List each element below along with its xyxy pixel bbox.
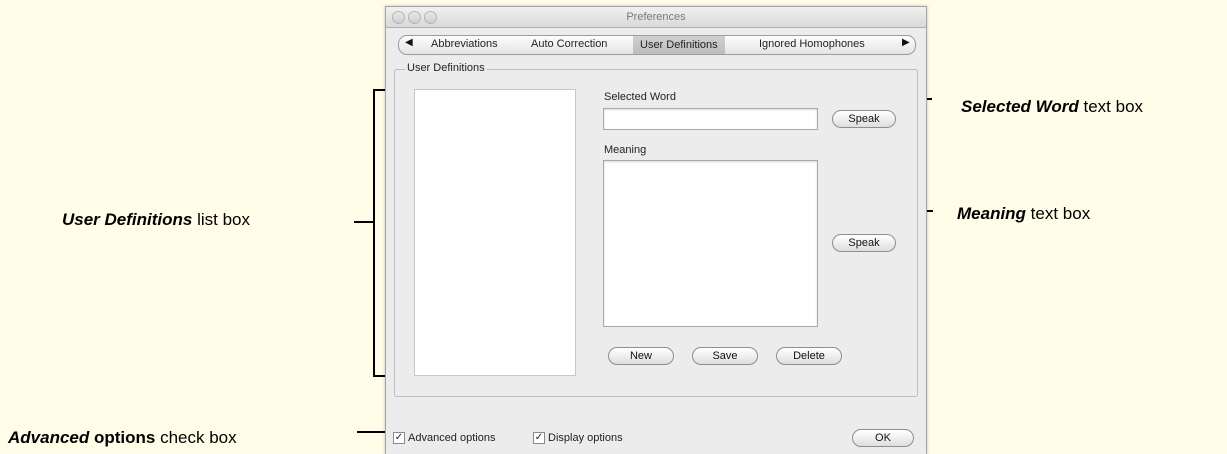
callout-advanced-options: Advanced options check box xyxy=(8,428,237,448)
tab-strip: ◀ Abbreviations Auto Correction User Def… xyxy=(398,35,916,55)
callout-user-definitions: User Definitions list box xyxy=(62,210,250,230)
advanced-options-label: Advanced options xyxy=(408,432,496,444)
display-options-label: Display options xyxy=(548,432,623,444)
tab-scroll-left-icon[interactable]: ◀ xyxy=(405,37,413,48)
user-definitions-pointer-line xyxy=(354,221,374,223)
selected-word-label: Selected Word xyxy=(604,91,676,103)
preferences-window: Preferences ◀ Abbreviations Auto Correct… xyxy=(385,6,927,454)
advanced-options-checkbox[interactable]: ✓ xyxy=(393,432,405,444)
tab-auto-correction[interactable]: Auto Correction xyxy=(531,38,607,50)
tab-user-definitions[interactable]: User Definitions xyxy=(633,36,725,54)
callout-advanced-rest: check box xyxy=(155,428,237,447)
callout-selected-word-bold: Selected Word xyxy=(961,97,1079,116)
callout-advanced-bold: Advanced xyxy=(8,428,90,447)
speak-meaning-button[interactable]: Speak xyxy=(832,234,896,252)
window-title: Preferences xyxy=(626,11,686,23)
selected-word-field[interactable] xyxy=(603,108,818,130)
tab-ignored-homophones[interactable]: Ignored Homophones xyxy=(759,38,865,50)
callout-selected-word: Selected Word text box xyxy=(961,97,1143,117)
display-options-checkbox[interactable]: ✓ xyxy=(533,432,545,444)
callout-meaning-bold: Meaning xyxy=(957,204,1026,223)
callout-user-definitions-bold: User Definitions xyxy=(62,210,193,229)
bracket-vertical-line xyxy=(373,89,375,377)
ok-button[interactable]: OK xyxy=(852,429,914,447)
tab-scroll-right-icon[interactable]: ▶ xyxy=(902,37,910,48)
title-bar[interactable]: Preferences xyxy=(386,7,926,28)
user-definitions-group-label: User Definitions xyxy=(405,62,487,74)
delete-button[interactable]: Delete xyxy=(776,347,842,365)
callout-user-definitions-rest: list box xyxy=(192,210,250,229)
save-button[interactable]: Save xyxy=(692,347,758,365)
meaning-field[interactable] xyxy=(603,160,818,327)
speak-word-button[interactable]: Speak xyxy=(832,110,896,128)
new-button[interactable]: New xyxy=(608,347,674,365)
user-definitions-list-box[interactable] xyxy=(414,89,576,376)
callout-meaning: Meaning text box xyxy=(957,204,1090,224)
tab-abbreviations[interactable]: Abbreviations xyxy=(431,38,498,50)
callout-selected-word-rest: text box xyxy=(1078,97,1144,116)
callout-advanced-rest-bold: options xyxy=(89,428,156,447)
meaning-label: Meaning xyxy=(604,144,647,156)
callout-meaning-rest: text box xyxy=(1025,204,1091,223)
